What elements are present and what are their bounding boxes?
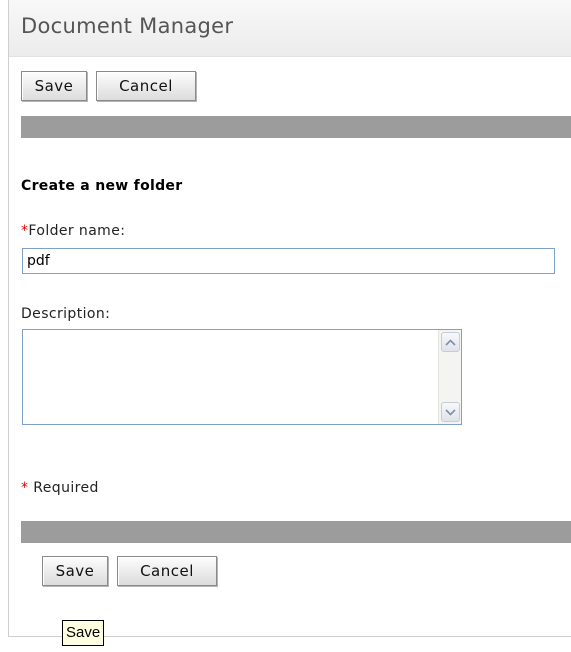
folder-name-input[interactable] [22,248,555,274]
description-label: Description: [21,306,111,322]
required-note: * Required [21,480,99,496]
cancel-button-top[interactable]: Cancel [96,71,196,101]
required-note-star: * [21,480,29,496]
folder-name-label-text: Folder name: [28,223,126,239]
description-scrollbar[interactable] [438,330,461,424]
description-textarea[interactable] [22,329,462,425]
save-tooltip: Save [62,620,105,646]
folder-name-label: *Folder name: [21,223,125,239]
scroll-up-arrow-icon [445,338,456,346]
scroll-down-arrow-icon [445,408,456,416]
save-button-top[interactable]: Save [21,71,87,101]
section-divider-top [21,116,571,138]
form-heading: Create a new folder [21,178,183,194]
scroll-up-button[interactable] [441,332,460,352]
scroll-down-button[interactable] [441,402,460,422]
required-note-text: Required [33,480,99,496]
section-divider-bottom [21,521,571,543]
page-title: Document Manager [21,14,234,38]
title-bar: Document Manager [9,0,571,57]
cancel-button-bottom[interactable]: Cancel [117,556,217,586]
document-manager-panel: Document Manager Save Cancel Create a ne… [8,0,571,637]
save-button-bottom[interactable]: Save [42,556,108,586]
